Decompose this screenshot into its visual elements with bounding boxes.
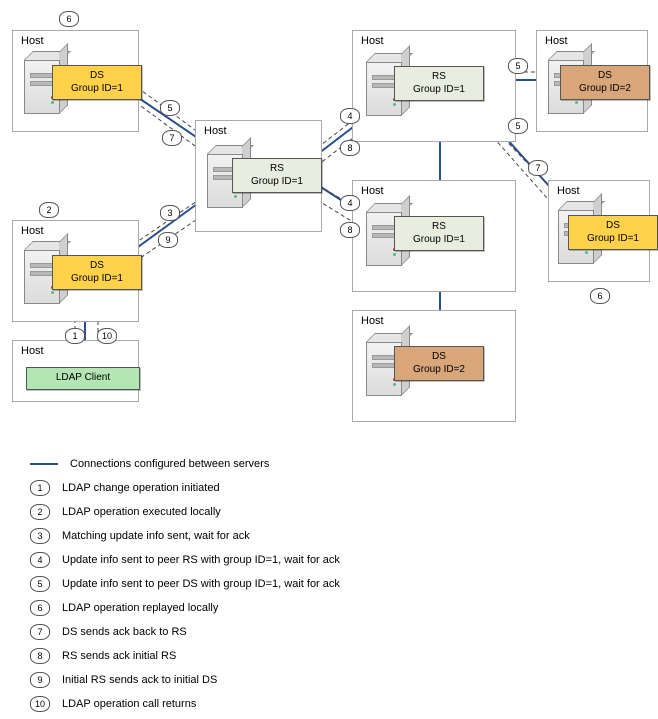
legend-step-badge: 8 — [30, 648, 50, 664]
step-badge: 6 — [59, 11, 79, 27]
legend-text: Matching update info sent, wait for ack — [62, 530, 250, 542]
legend: Connections configured between servers 1… — [30, 455, 340, 719]
step-badge: 8 — [340, 140, 360, 156]
legend-step-badge: 4 — [30, 552, 50, 568]
module-title: DS — [61, 70, 133, 83]
host-label: Host — [361, 35, 384, 47]
legend-step-badge: 5 — [30, 576, 50, 592]
module-group: Group ID=1 — [577, 233, 649, 246]
step-badge: 7 — [162, 130, 182, 146]
module-group: Group ID=1 — [403, 234, 475, 247]
legend-item: 8 RS sends ack initial RS — [30, 647, 340, 665]
client-label: LDAP Client — [35, 372, 131, 385]
step-badge: 5 — [508, 58, 528, 74]
legend-text: LDAP operation replayed locally — [62, 602, 218, 614]
step-badge: 9 — [158, 232, 178, 248]
module-ldap-client: LDAP Client — [26, 367, 140, 390]
legend-text: Update info sent to peer DS with group I… — [62, 578, 340, 590]
host-label: Host — [361, 185, 384, 197]
legend-item: 2 LDAP operation executed locally — [30, 503, 340, 521]
legend-step-badge: 9 — [30, 672, 50, 688]
legend-text: LDAP operation call returns — [62, 698, 196, 710]
module-rs: RS Group ID=1 — [394, 66, 484, 101]
host-label: Host — [361, 315, 384, 327]
host-label: Host — [204, 125, 227, 137]
module-group: Group ID=1 — [241, 176, 313, 189]
legend-text: RS sends ack initial RS — [62, 650, 176, 662]
legend-step-badge: 2 — [30, 504, 50, 520]
legend-text: Initial RS sends ack to initial DS — [62, 674, 217, 686]
module-title: DS — [403, 351, 475, 364]
host-label: Host — [21, 225, 44, 237]
legend-text: LDAP change operation initiated — [62, 482, 220, 494]
module-title: RS — [403, 221, 475, 234]
module-title: DS — [569, 70, 641, 83]
step-badge: 6 — [590, 288, 610, 304]
legend-item: 1 LDAP change operation initiated — [30, 479, 340, 497]
step-badge: 5 — [508, 118, 528, 134]
host-label: Host — [557, 185, 580, 197]
module-group: Group ID=2 — [403, 364, 475, 377]
legend-item: 7 DS sends ack back to RS — [30, 623, 340, 641]
step-badge: 1 — [65, 328, 85, 344]
step-badge: 4 — [340, 108, 360, 124]
module-ds: DS Group ID=1 — [52, 65, 142, 100]
legend-step-badge: 1 — [30, 480, 50, 496]
legend-text: LDAP operation executed locally — [62, 506, 221, 518]
legend-connection-row: Connections configured between servers — [30, 455, 340, 473]
legend-text: Connections configured between servers — [70, 458, 269, 470]
step-badge: 3 — [160, 205, 180, 221]
legend-text: Update info sent to peer RS with group I… — [62, 554, 340, 566]
module-title: DS — [61, 260, 133, 273]
module-ds: DS Group ID=1 — [52, 255, 142, 290]
legend-item: 3 Matching update info sent, wait for ack — [30, 527, 340, 545]
legend-line-icon — [30, 463, 58, 465]
legend-step-badge: 10 — [30, 696, 50, 712]
legend-step-badge: 6 — [30, 600, 50, 616]
host-label: Host — [545, 35, 568, 47]
step-badge: 10 — [97, 328, 117, 344]
module-group: Group ID=1 — [61, 273, 133, 286]
module-ds: DS Group ID=2 — [394, 346, 484, 381]
module-title: DS — [577, 220, 649, 233]
module-ds: DS Group ID=2 — [560, 65, 650, 100]
module-group: Group ID=2 — [569, 83, 641, 96]
module-rs: RS Group ID=1 — [232, 158, 322, 193]
legend-item: 4 Update info sent to peer RS with group … — [30, 551, 340, 569]
legend-text: DS sends ack back to RS — [62, 626, 187, 638]
legend-item: 10 LDAP operation call returns — [30, 695, 340, 713]
host-label: Host — [21, 35, 44, 47]
step-badge: 5 — [160, 100, 180, 116]
legend-step-badge: 3 — [30, 528, 50, 544]
step-badge: 2 — [39, 202, 59, 218]
module-rs: RS Group ID=1 — [394, 216, 484, 251]
diagram-canvas: Host DS Group ID=1 Host DS Group ID=1 Ho… — [0, 0, 658, 699]
module-title: RS — [241, 163, 313, 176]
step-badge: 4 — [340, 195, 360, 211]
step-badge: 8 — [340, 222, 360, 238]
module-ds: DS Group ID=1 — [568, 215, 658, 250]
step-badge: 7 — [528, 160, 548, 176]
legend-step-badge: 7 — [30, 624, 50, 640]
legend-item: 9 Initial RS sends ack to initial DS — [30, 671, 340, 689]
legend-item: 5 Update info sent to peer DS with group … — [30, 575, 340, 593]
module-title: RS — [403, 71, 475, 84]
legend-item: 6 LDAP operation replayed locally — [30, 599, 340, 617]
module-group: Group ID=1 — [61, 83, 133, 96]
host-label: Host — [21, 345, 44, 357]
module-group: Group ID=1 — [403, 84, 475, 97]
